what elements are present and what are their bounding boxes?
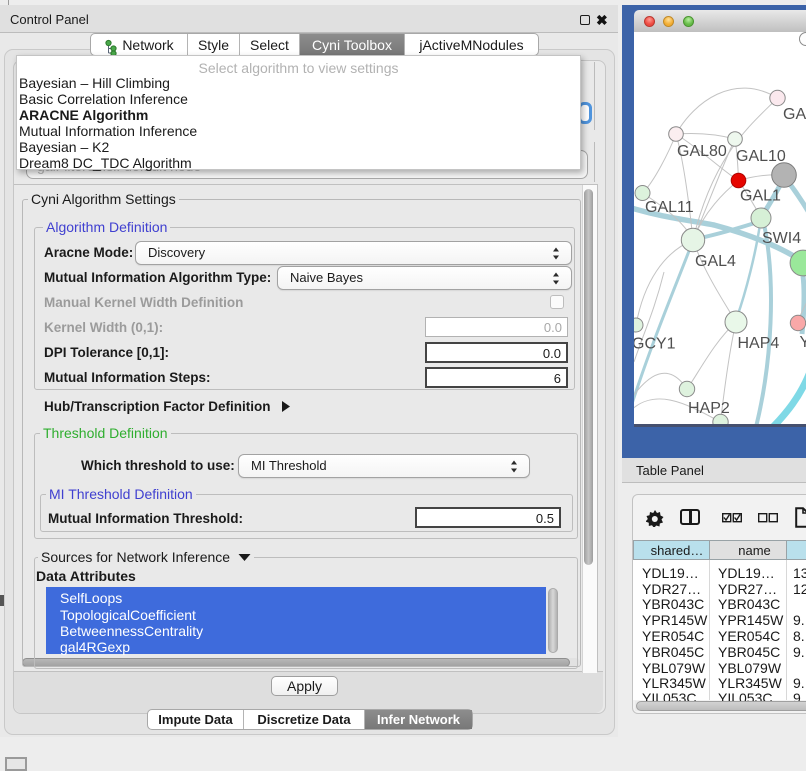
svg-text:GAL2: GAL2	[783, 106, 806, 123]
svg-text:GCY1: GCY1	[634, 336, 676, 353]
svg-text:GAL11: GAL11	[645, 199, 694, 216]
svg-text:GAL4: GAL4	[695, 253, 736, 270]
svg-text:HAP4: HAP4	[738, 335, 780, 352]
svg-text:GAL80: GAL80	[677, 143, 727, 160]
svg-text:Y: Y	[800, 334, 806, 351]
svg-text:HAP2: HAP2	[688, 400, 730, 417]
svg-text:GAL10: GAL10	[736, 148, 786, 165]
svg-text:SWI4: SWI4	[762, 230, 801, 247]
svg-text:GAL1: GAL1	[740, 188, 781, 205]
